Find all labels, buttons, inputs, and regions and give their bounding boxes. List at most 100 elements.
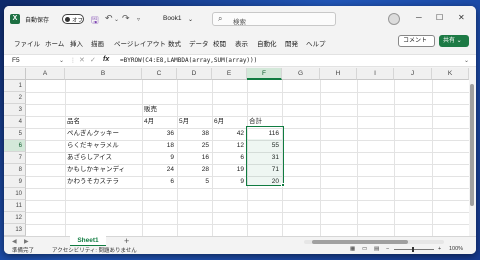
tab-home[interactable]: ホーム: [45, 38, 64, 48]
header-cell[interactable]: 5月: [177, 116, 212, 128]
horizontal-scroll-thumb[interactable]: [312, 240, 408, 244]
value-cell[interactable]: 42: [212, 128, 247, 140]
row-header[interactable]: 4: [4, 116, 26, 128]
column-header[interactable]: K: [432, 68, 469, 80]
product-cell[interactable]: らくだキャラメル: [65, 140, 142, 152]
value-cell[interactable]: 38: [177, 128, 212, 140]
redo-icon[interactable]: ↷: [122, 13, 130, 24]
product-cell[interactable]: かもしかキャンディ: [65, 164, 142, 176]
prev-sheet-icon[interactable]: ◀: [12, 238, 17, 245]
row-header[interactable]: 10: [4, 188, 26, 200]
header-cell[interactable]: 品名: [65, 116, 142, 128]
tab-data[interactable]: データ: [189, 38, 209, 48]
share-button[interactable]: 共有 ⌄: [439, 35, 469, 47]
value-cell[interactable]: 36: [142, 128, 177, 140]
normal-view-icon[interactable]: ▦: [350, 246, 355, 252]
avatar[interactable]: [388, 13, 400, 25]
row-header[interactable]: 6: [4, 140, 26, 152]
maximize-button[interactable]: ☐: [436, 13, 443, 22]
column-header[interactable]: C: [142, 68, 177, 80]
tab-help[interactable]: ヘルプ: [306, 38, 326, 48]
value-cell[interactable]: 6: [212, 152, 247, 164]
value-cell[interactable]: 9: [142, 152, 177, 164]
zoom-slider-knob[interactable]: [412, 247, 414, 252]
value-cell[interactable]: 6: [142, 176, 177, 188]
row-header[interactable]: 7: [4, 152, 26, 164]
zoom-level[interactable]: 100%: [449, 246, 463, 252]
tab-insert[interactable]: 挿入: [70, 38, 83, 48]
next-sheet-icon[interactable]: ▶: [24, 238, 29, 245]
minimize-button[interactable]: ─: [416, 13, 422, 22]
row-header[interactable]: 2: [4, 92, 26, 104]
workbook-dropdown-icon[interactable]: ⌄: [188, 16, 193, 23]
value-cell[interactable]: 5: [177, 176, 212, 188]
product-cell[interactable]: かわうそカステラ: [65, 176, 142, 188]
row-header[interactable]: 1: [4, 80, 26, 92]
row-header[interactable]: 8: [4, 164, 26, 176]
row-header[interactable]: 9: [4, 176, 26, 188]
formula-input[interactable]: =BYROW(C4:E8,LAMBDA(array,SUM(array))): [120, 57, 257, 64]
tab-draw[interactable]: 描画: [91, 38, 104, 48]
value-cell[interactable]: 18: [142, 140, 177, 152]
row-header[interactable]: 3: [4, 104, 26, 116]
row-header[interactable]: 12: [4, 212, 26, 224]
cancel-icon[interactable]: ✕: [79, 56, 85, 64]
save-icon[interactable]: 🖫: [91, 13, 99, 29]
tab-review[interactable]: 校閲: [213, 38, 226, 48]
value-cell[interactable]: 25: [177, 140, 212, 152]
group-header-cell[interactable]: 販売: [142, 104, 177, 116]
fill-handle[interactable]: [281, 183, 285, 187]
value-cell[interactable]: 24: [142, 164, 177, 176]
tab-developer[interactable]: 開発: [285, 38, 298, 48]
column-header[interactable]: E: [212, 68, 247, 80]
page-break-view-icon[interactable]: ▤: [374, 246, 379, 252]
worksheet-grid[interactable]: A B C D E F G H I J K 1 2 3 4 5 6 7 8 9 …: [4, 68, 469, 236]
name-box-dropdown-icon[interactable]: ⌄: [59, 57, 64, 64]
add-sheet-button[interactable]: +: [124, 236, 129, 246]
insert-function-icon[interactable]: fx: [103, 56, 109, 63]
column-header[interactable]: D: [177, 68, 212, 80]
tab-view[interactable]: 表示: [235, 38, 248, 48]
undo-icon[interactable]: ↶: [105, 13, 113, 24]
column-header[interactable]: I: [357, 68, 394, 80]
header-cell[interactable]: 6月: [212, 116, 247, 128]
value-cell[interactable]: 9: [212, 176, 247, 188]
select-all-corner[interactable]: [4, 68, 26, 80]
confirm-icon[interactable]: ✓: [90, 56, 96, 64]
row-header[interactable]: 5: [4, 128, 26, 140]
quick-access-dropdown-icon[interactable]: ▿: [137, 16, 140, 23]
column-header[interactable]: F: [247, 68, 282, 80]
expand-formula-bar-icon[interactable]: ⌄: [464, 57, 469, 64]
column-header[interactable]: J: [394, 68, 432, 80]
name-box[interactable]: F5: [12, 57, 20, 64]
product-cell[interactable]: あざらしアイス: [65, 152, 142, 164]
row-header[interactable]: 11: [4, 200, 26, 212]
search-box[interactable]: ⌕ 検索: [212, 12, 336, 26]
value-cell[interactable]: 19: [212, 164, 247, 176]
column-header[interactable]: A: [26, 68, 65, 80]
comment-button[interactable]: コメント: [398, 35, 435, 47]
close-button[interactable]: ✕: [458, 13, 465, 22]
value-cell[interactable]: 28: [177, 164, 212, 176]
column-header[interactable]: H: [320, 68, 357, 80]
column-header[interactable]: B: [65, 68, 142, 80]
autosave-toggle[interactable]: オフ: [62, 14, 84, 24]
page-layout-view-icon[interactable]: ▭: [362, 246, 367, 252]
product-cell[interactable]: ぺんぎんクッキー: [65, 128, 142, 140]
zoom-out-icon[interactable]: −: [386, 246, 389, 252]
vertical-scroll-thumb[interactable]: [470, 84, 474, 206]
tab-automate[interactable]: 自動化: [257, 38, 277, 48]
tab-file[interactable]: ファイル: [14, 38, 40, 48]
undo-dropdown-icon[interactable]: ⌄: [114, 16, 119, 23]
accessibility-status[interactable]: アクセシビリティ: 問題ありません: [52, 246, 137, 254]
zoom-in-icon[interactable]: +: [438, 246, 441, 252]
tab-page-layout[interactable]: ページレイアウト: [114, 38, 166, 48]
zoom-slider[interactable]: [394, 249, 434, 250]
workbook-name[interactable]: Book1: [163, 15, 181, 22]
row-header[interactable]: 13: [4, 224, 26, 236]
value-cell[interactable]: 16: [177, 152, 212, 164]
column-header[interactable]: G: [282, 68, 320, 80]
tab-formulas[interactable]: 数式: [168, 38, 181, 48]
header-cell[interactable]: 4月: [142, 116, 177, 128]
value-cell[interactable]: 12: [212, 140, 247, 152]
